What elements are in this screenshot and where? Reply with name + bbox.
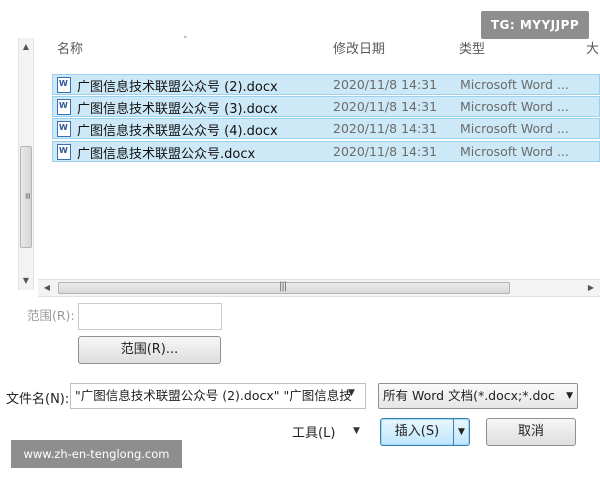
file-name: 广图信息技术联盟公众号 (3).docx [77,102,278,117]
file-type: Microsoft Word ... [460,77,569,92]
word-document-icon [57,99,71,115]
filename-label: 文件名(N): [6,392,70,407]
file-row[interactable]: 广图信息技术联盟公众号 (2).docx 2020/11/8 14:31 Mic… [52,74,600,95]
file-type-selected: 所有 Word 文档(*.docx;*.doc [383,388,555,403]
file-type: Microsoft Word ... [460,144,569,159]
scroll-up-icon[interactable]: ▲ [19,40,33,54]
tools-menu[interactable]: 工具(L) [292,422,335,441]
insert-button[interactable]: 插入(S) ▼ [380,418,470,446]
file-date: 2020/11/8 14:31 [333,121,438,136]
range-input[interactable] [78,303,222,330]
word-document-icon [57,144,71,160]
chevron-down-icon: ▼ [566,391,573,401]
range-button[interactable]: 范围(R)... [78,336,221,364]
scroll-down-icon[interactable]: ▼ [19,274,33,288]
scroll-right-icon[interactable]: ▶ [584,280,598,296]
file-type-select[interactable]: 所有 Word 文档(*.docx;*.doc ▼ [378,383,578,409]
grip-icon: ||| [279,281,287,292]
file-name: 广图信息技术联盟公众号.docx [77,147,256,162]
file-name: 广图信息技术联盟公众号 (2).docx [77,80,278,95]
column-header-type[interactable]: 类型 [459,36,485,64]
range-label: 范围(R): [27,308,75,323]
horizontal-scrollbar[interactable]: ◀ ||| ▶ [38,279,600,297]
column-header-date[interactable]: 修改日期 [333,36,385,64]
file-row[interactable]: 广图信息技术联盟公众号.docx 2020/11/8 14:31 Microso… [52,141,600,162]
navigation-pane: ▲ ≡ ▼ [0,0,40,300]
filename-input[interactable]: "广图信息技术联盟公众号 (2).docx" "广图信息技 [70,383,366,409]
chevron-down-icon[interactable]: ▼ [353,426,360,436]
vertical-scroll-thumb[interactable]: ≡ [20,146,32,248]
column-header-size[interactable]: 大 [586,36,599,64]
word-document-icon [57,121,71,137]
file-row[interactable]: 广图信息技术联盟公众号 (4).docx 2020/11/8 14:31 Mic… [52,118,600,139]
file-date: 2020/11/8 14:31 [333,99,438,114]
column-header-name[interactable]: 名称 [57,36,83,64]
watermark-badge: TG: MYYJJPP [481,11,589,39]
scroll-left-icon[interactable]: ◀ [40,280,54,296]
file-date: 2020/11/8 14:31 [333,144,438,159]
file-name: 广图信息技术联盟公众号 (4).docx [77,124,278,139]
vertical-scrollbar[interactable]: ▲ ≡ ▼ [18,38,34,290]
file-row[interactable]: 广图信息技术联盟公众号 (3).docx 2020/11/8 14:31 Mic… [52,96,600,117]
sort-indicator-icon: ˄ [183,36,188,46]
word-document-icon [57,77,71,93]
chevron-down-icon[interactable]: ▼ [348,388,355,398]
cancel-button[interactable]: 取消 [486,418,576,446]
website-watermark: www.zh-en-tenglong.com [11,440,182,468]
grip-icon: ≡ [21,192,32,200]
insert-button-label: 插入(S) [394,424,440,439]
file-type: Microsoft Word ... [460,99,569,114]
horizontal-scroll-thumb[interactable]: ||| [58,281,510,294]
insert-dropdown-icon[interactable]: ▼ [453,419,469,445]
file-type: Microsoft Word ... [460,121,569,136]
file-date: 2020/11/8 14:31 [333,77,438,92]
